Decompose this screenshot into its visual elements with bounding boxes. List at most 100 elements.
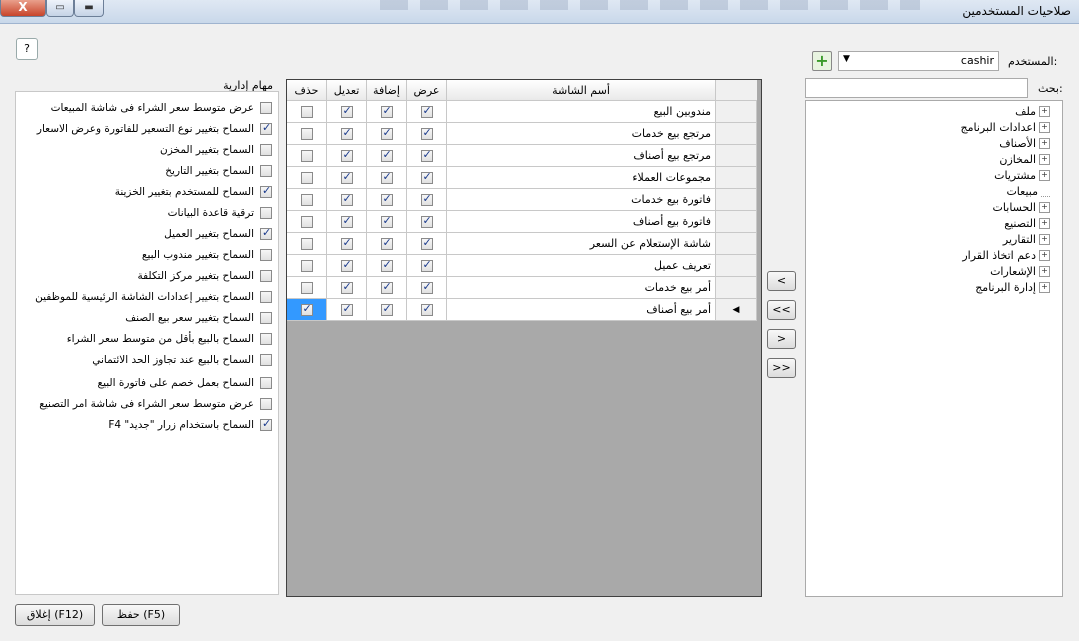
cell-add[interactable] (366, 122, 407, 145)
checkbox-delete[interactable] (300, 302, 313, 316)
checkbox-add[interactable] (380, 280, 393, 294)
tree-item[interactable]: + ملف (1015, 104, 1050, 119)
cell-view[interactable] (406, 254, 447, 277)
admin-task-checkbox[interactable] (260, 398, 272, 410)
cell-view[interactable] (406, 276, 447, 299)
checkbox-view[interactable] (420, 236, 433, 250)
table-row[interactable]: فاتورة بيع أصناف (287, 210, 757, 233)
cell-add[interactable] (366, 276, 407, 299)
checkbox-add[interactable] (380, 214, 393, 228)
checkbox-edit[interactable] (340, 192, 353, 206)
checkbox-add[interactable] (380, 170, 393, 184)
search-input[interactable] (805, 78, 1028, 98)
permissions-tree[interactable]: + ملف + اعدادات البرنامج + الأصناف + المخازن + مش… (805, 100, 1063, 597)
cell-edit[interactable] (326, 210, 367, 233)
tree-item[interactable]: + مشتريات (994, 168, 1050, 183)
checkbox-add[interactable] (380, 236, 393, 250)
checkbox-edit[interactable] (340, 258, 353, 272)
expand-icon[interactable]: + (1039, 122, 1050, 133)
close-button[interactable]: إغلاق (F12) (15, 604, 95, 626)
tree-item[interactable]: + الحسابات (993, 200, 1050, 215)
admin-task-checkbox[interactable] (260, 333, 272, 345)
admin-task-checkbox[interactable] (260, 144, 272, 156)
admin-task-item[interactable]: السماح بالبيع عند تجاوز الحد الائتماني (16, 350, 278, 370)
checkbox-delete[interactable] (300, 150, 313, 162)
admin-task-checkbox[interactable] (260, 207, 272, 219)
checkbox-edit[interactable] (340, 302, 353, 316)
cell-delete[interactable] (287, 144, 327, 167)
admin-task-checkbox[interactable] (260, 354, 272, 366)
tree-item[interactable]: مبيعات (1006, 184, 1050, 199)
table-row[interactable]: مرتجع بيع أصناف (287, 144, 757, 167)
cell-screen-name[interactable]: مجموعات العملاء (446, 166, 716, 189)
admin-task-item[interactable]: السماح بتغيير مركز التكلفة (16, 266, 278, 286)
cell-screen-name[interactable]: أمر بيع أصناف (446, 298, 716, 321)
cell-delete[interactable] (287, 276, 327, 299)
cell-add[interactable] (366, 188, 407, 211)
admin-task-item[interactable]: السماح بتغيير مندوب البيع (16, 245, 278, 265)
table-row[interactable]: فاتورة بيع خدمات (287, 188, 757, 211)
checkbox-edit[interactable] (340, 126, 353, 140)
cell-delete[interactable] (287, 232, 327, 255)
save-button[interactable]: حفظ (F5) (102, 604, 180, 626)
cell-edit[interactable] (326, 276, 367, 299)
admin-task-item[interactable]: السماح بتغيير إعدادات الشاشة الرئيسية لل… (16, 287, 278, 307)
admin-task-checkbox[interactable] (260, 184, 272, 198)
move-left-button[interactable]: < (767, 271, 796, 291)
cell-add[interactable] (366, 232, 407, 255)
cell-add[interactable] (366, 166, 407, 189)
row-indicator[interactable] (715, 188, 757, 211)
tree-item[interactable]: + الإشعارات (990, 264, 1050, 279)
row-indicator[interactable] (715, 254, 757, 277)
cell-edit[interactable] (326, 188, 367, 211)
admin-task-item[interactable]: السماح باستخدام زرار "جديد" F4 (16, 415, 278, 435)
cell-screen-name[interactable]: شاشة الإستعلام عن السعر (446, 232, 716, 255)
cell-screen-name[interactable]: مرتجع بيع خدمات (446, 122, 716, 145)
cell-screen-name[interactable]: فاتورة بيع أصناف (446, 210, 716, 233)
cell-add[interactable] (366, 298, 407, 321)
admin-task-item[interactable]: السماح بعمل خصم على فاتورة البيع (16, 373, 278, 393)
cell-edit[interactable] (326, 298, 367, 321)
screens-grid[interactable]: حذف تعديل إضافة عرض أسم الشاشة مندوبين ا… (286, 79, 762, 597)
checkbox-view[interactable] (420, 126, 433, 140)
tree-item[interactable]: + اعدادات البرنامج (961, 120, 1050, 135)
admin-task-checkbox[interactable] (260, 121, 272, 135)
cell-edit[interactable] (326, 232, 367, 255)
admin-task-checkbox[interactable] (260, 249, 272, 261)
col-edit[interactable]: تعديل (326, 80, 367, 101)
move-all-left-button[interactable]: << (767, 300, 796, 320)
checkbox-view[interactable] (420, 170, 433, 184)
tree-item[interactable]: + المخازن (999, 152, 1050, 167)
checkbox-delete[interactable] (300, 106, 313, 118)
admin-task-checkbox[interactable] (260, 270, 272, 282)
admin-task-item[interactable]: السماح للمستخدم بتغيير الخزينة (16, 182, 278, 202)
table-row[interactable]: مندوبين البيع (287, 100, 757, 123)
checkbox-add[interactable] (380, 148, 393, 162)
admin-task-checkbox[interactable] (260, 165, 272, 177)
row-indicator[interactable] (715, 100, 757, 123)
cell-edit[interactable] (326, 122, 367, 145)
cell-delete[interactable] (287, 210, 327, 233)
checkbox-add[interactable] (380, 104, 393, 118)
checkbox-view[interactable] (420, 192, 433, 206)
checkbox-edit[interactable] (340, 214, 353, 228)
checkbox-edit[interactable] (340, 280, 353, 294)
checkbox-add[interactable] (380, 126, 393, 140)
cell-screen-name[interactable]: أمر بيع خدمات (446, 276, 716, 299)
table-row[interactable]: مجموعات العملاء (287, 166, 757, 189)
checkbox-view[interactable] (420, 280, 433, 294)
cell-add[interactable] (366, 210, 407, 233)
cell-view[interactable] (406, 166, 447, 189)
row-indicator[interactable] (715, 276, 757, 299)
expand-icon[interactable]: + (1039, 154, 1050, 165)
row-indicator[interactable] (715, 144, 757, 167)
checkbox-view[interactable] (420, 258, 433, 272)
expand-icon[interactable]: + (1039, 282, 1050, 293)
row-indicator[interactable]: ◀ (715, 298, 757, 321)
admin-task-item[interactable]: عرض متوسط سعر الشراء فى شاشة امر التصنيع (16, 394, 278, 414)
expand-icon[interactable]: + (1039, 266, 1050, 277)
add-user-button[interactable]: + (812, 51, 832, 71)
admin-task-checkbox[interactable] (260, 226, 272, 240)
cell-view[interactable] (406, 298, 447, 321)
admin-task-checkbox[interactable] (260, 377, 272, 389)
